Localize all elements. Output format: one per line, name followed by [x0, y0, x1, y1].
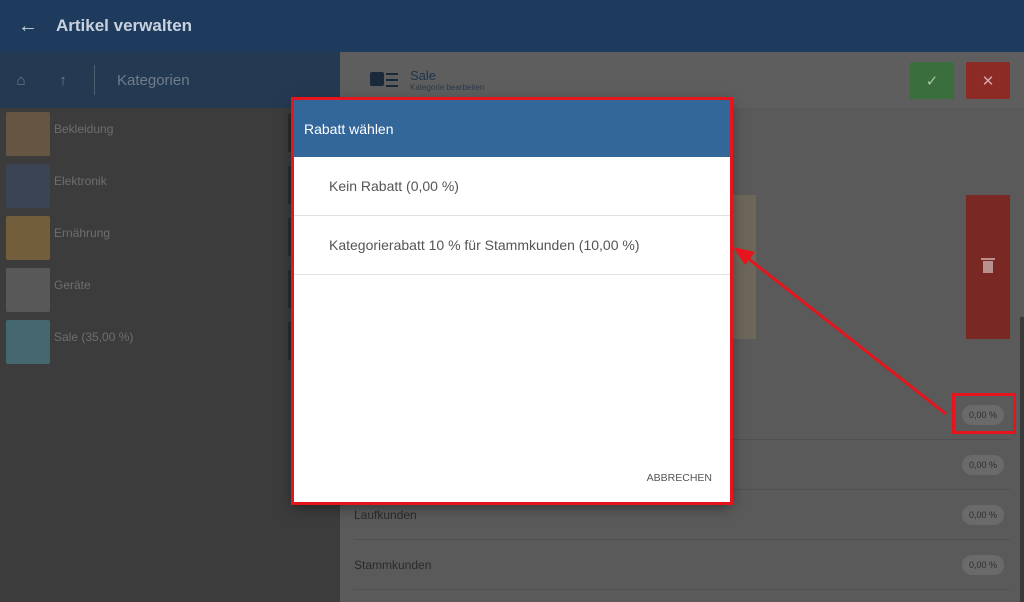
delete-image-button[interactable]: [966, 195, 1010, 339]
category-thumbnail: [6, 216, 50, 260]
app-title: Artikel verwalten: [56, 16, 193, 35]
check-icon: ✓: [925, 72, 939, 90]
discount-row-label: Laufkunden: [354, 507, 417, 522]
scrollbar[interactable]: [1020, 317, 1024, 602]
category-item-elektronik[interactable]: Elektronik: [0, 160, 340, 212]
discount-value-chip[interactable]: 0,00 %: [961, 504, 1004, 525]
category-thumbnail: [6, 112, 50, 156]
category-thumbnail: [6, 268, 50, 312]
option-category-discount[interactable]: Kategorierabatt 10 % für Stammkunden (10…: [294, 216, 730, 275]
category-pane: ⌂ ↑ Kategorien Bekleidung Elektronik Ern…: [0, 52, 340, 602]
app-bar: ← Artikel verwalten: [0, 0, 1024, 52]
category-toolbar: ⌂ ↑ Kategorien: [0, 52, 340, 108]
discount-value-chip[interactable]: 0,00 %: [961, 454, 1004, 475]
editor-title: Sale: [410, 68, 437, 83]
category-name: Elektronik: [54, 174, 107, 188]
editor-subtitle: Kategorie bearbeiten: [410, 83, 485, 92]
toolbar-divider: [94, 65, 95, 95]
category-icon: [370, 72, 400, 88]
trash-icon: [981, 258, 995, 273]
back-arrow-icon[interactable]: ←: [0, 0, 56, 52]
category-name: Ernährung: [54, 226, 111, 240]
category-list: Bekleidung Elektronik Ernährung Geräte S…: [0, 108, 340, 368]
discount-row-stammkunden[interactable]: Stammkunden 0,00 %: [354, 540, 1010, 590]
category-name: Bekleidung: [54, 122, 114, 136]
home-icon[interactable]: ⌂: [10, 69, 32, 91]
editor-title-block: Sale Kategorie bearbeiten: [410, 68, 484, 92]
categories-label: Kategorien: [117, 71, 190, 89]
category-thumbnail: [6, 164, 50, 208]
discount-value-chip[interactable]: 0,00 %: [961, 404, 1004, 425]
category-item-geraete[interactable]: Geräte: [0, 264, 340, 316]
category-image[interactable]: [730, 195, 756, 339]
category-item-ernaehrung[interactable]: Ernährung: [0, 212, 340, 264]
option-no-discount[interactable]: Kein Rabatt (0,00 %): [294, 157, 730, 216]
category-item-sale[interactable]: Sale (35,00 %): [0, 316, 340, 368]
arrow-up-icon[interactable]: ↑: [52, 69, 74, 91]
discount-value-chip[interactable]: 0,00 %: [961, 554, 1004, 575]
category-name: Sale (35,00 %): [54, 330, 134, 344]
close-icon: ✕: [981, 72, 995, 90]
discard-button[interactable]: ✕: [966, 62, 1010, 99]
category-name: Geräte: [54, 278, 91, 292]
category-thumbnail: [6, 320, 50, 364]
category-item-bekleidung[interactable]: Bekleidung: [0, 108, 340, 160]
discount-row-label: Stammkunden: [354, 557, 432, 572]
discount-dialog: Rabatt wählen Kein Rabatt (0,00 %) Kateg…: [294, 100, 730, 502]
dialog-title: Rabatt wählen: [294, 100, 730, 157]
dialog-cancel-button[interactable]: ABBRECHEN: [647, 472, 712, 484]
confirm-button[interactable]: ✓: [910, 62, 954, 99]
